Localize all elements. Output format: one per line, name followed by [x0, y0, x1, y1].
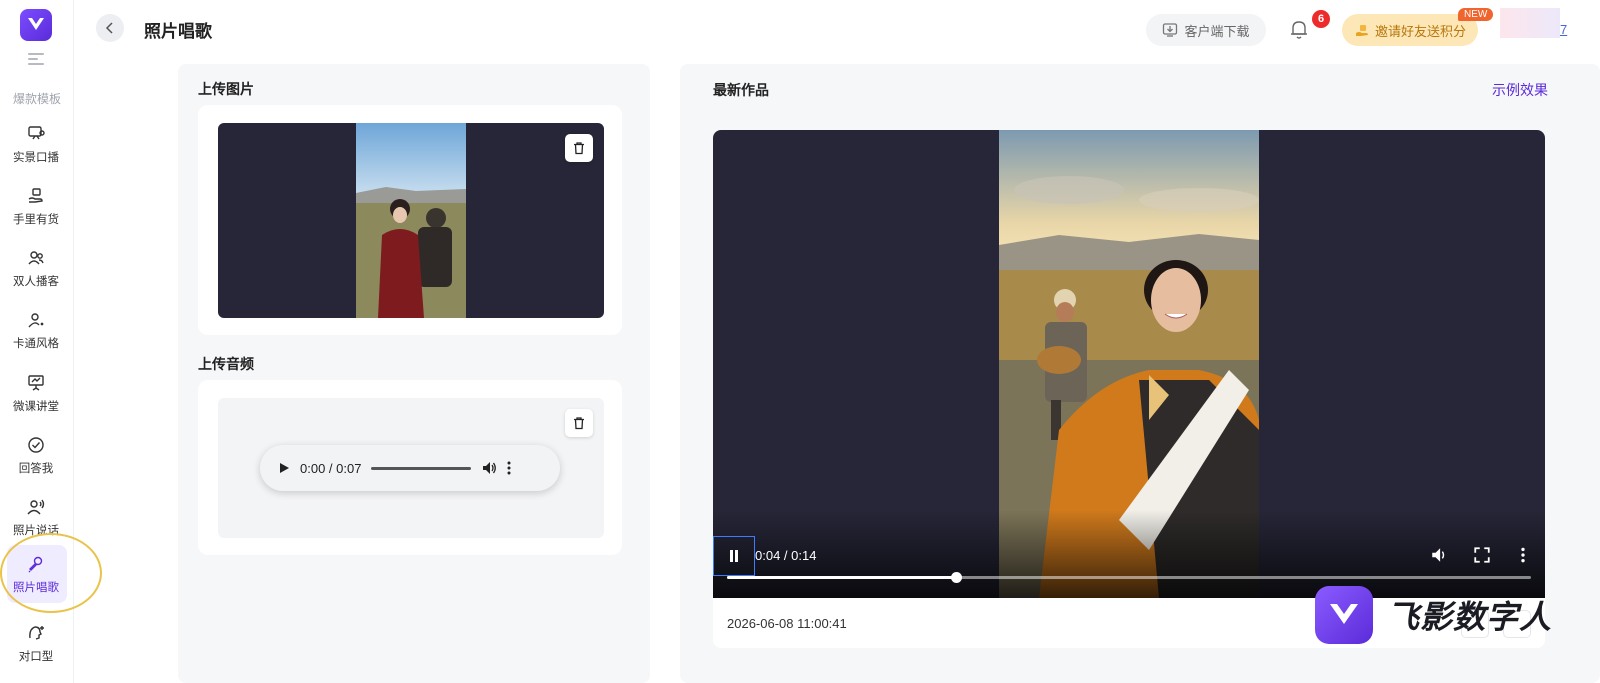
sidebar-item-label: 卡通风格	[13, 337, 59, 350]
back-button[interactable]	[96, 14, 124, 42]
audio-player[interactable]: 0:00 / 0:07	[260, 445, 560, 491]
hand-box-icon	[28, 187, 43, 203]
sidebar-item-microlesson[interactable]: 微课讲堂	[0, 367, 72, 419]
client-download-button[interactable]: 客户端下载	[1146, 14, 1266, 46]
trash-icon	[574, 417, 584, 430]
watermark-text: 飞影数字人	[1387, 599, 1553, 635]
sidebar-item-live-talk[interactable]: 实景口播	[0, 118, 72, 170]
watermark-logo	[1315, 586, 1373, 644]
audio-seek-bar[interactable]	[371, 466, 472, 470]
work-card: 0:04 / 0:14 2026-06-08 11:00:41	[713, 130, 1545, 648]
volume-icon[interactable]	[1430, 546, 1448, 564]
pause-icon	[730, 550, 738, 562]
sidebar-item-label: 实景口播	[13, 151, 59, 164]
download-label: 客户端下载	[1184, 23, 1250, 39]
video-progress-knob[interactable]	[951, 572, 963, 583]
sidebar-section-label: 爆款模板	[12, 92, 61, 106]
latest-works-title: 最新作品	[713, 82, 769, 98]
menu-toggle-icon[interactable]	[28, 53, 44, 67]
sidebar-item-label: 手里有货	[13, 213, 59, 226]
more-vertical-icon[interactable]	[1514, 546, 1532, 564]
delete-image-button[interactable]	[565, 134, 593, 162]
work-timestamp: 2026-06-08 11:00:41	[727, 616, 847, 631]
image-upload-card[interactable]	[198, 105, 622, 335]
video-time: 0:04 / 0:14	[755, 548, 817, 563]
watermark: 飞影数字人	[1315, 585, 1600, 645]
upload-audio-title: 上传音频	[198, 356, 254, 372]
audio-preview: 0:00 / 0:07	[218, 398, 604, 538]
sidebar-item-photo-sing[interactable]: 照片唱歌	[0, 545, 72, 603]
volume-icon[interactable]	[481, 460, 497, 476]
image-preview	[218, 123, 604, 318]
uploaded-photo	[356, 123, 466, 318]
play-icon[interactable]	[278, 462, 290, 474]
example-effect-link[interactable]: 示例效果	[1492, 80, 1548, 100]
delete-audio-button[interactable]	[565, 409, 593, 437]
video-progress-bar[interactable]	[727, 572, 1531, 583]
sidebar-item-label: 微课讲堂	[13, 400, 59, 413]
sidebar-item-photo-talk[interactable]: 照片说话	[0, 491, 72, 543]
gift-hand-icon	[1355, 25, 1368, 36]
trash-icon	[574, 142, 584, 155]
sidebar-item-podcast[interactable]: 双人播客	[0, 242, 72, 294]
head-sparkle-icon	[29, 625, 44, 640]
audio-time: 0:00 / 0:07	[300, 460, 362, 476]
two-users-icon	[28, 250, 44, 264]
sidebar-item-label: 双人播客	[13, 275, 59, 288]
sidebar-item-label: 对口型	[18, 650, 54, 663]
new-badge: NEW	[1458, 8, 1494, 21]
sidebar-item-label: 照片唱歌	[13, 581, 59, 594]
bell-icon[interactable]	[1288, 18, 1310, 40]
user-sparkle-icon	[28, 312, 44, 327]
sidebar-item-cartoon[interactable]: 卡通风格	[0, 304, 72, 356]
user-number[interactable]: 7	[1560, 22, 1567, 37]
upload-image-title: 上传图片	[198, 81, 254, 97]
more-vertical-icon[interactable]	[507, 461, 511, 475]
header: 照片唱歌 客户端下载 6 邀请好友送积分 NEW 7	[74, 0, 1600, 56]
fullscreen-icon[interactable]	[1473, 546, 1491, 564]
video-progress-fill	[727, 576, 957, 579]
upload-panel: 上传图片 上传音频 0:00 / 0:07	[178, 64, 650, 683]
presenter-icon	[28, 125, 45, 139]
notification-badge: 6	[1312, 10, 1330, 28]
sidebar: 爆款模板 实景口播 手里有货 双人播客 卡通风格 微课讲堂 回答我 照片说话 照…	[0, 0, 74, 683]
sidebar-item-answer-me[interactable]: 回答我	[0, 429, 72, 481]
sidebar-item-label: 回答我	[18, 462, 54, 475]
microphone-icon	[28, 556, 43, 572]
sidebar-item-lip-sync[interactable]: 对口型	[0, 617, 72, 669]
sidebar-item-label: 照片说话	[13, 524, 59, 537]
app-logo[interactable]	[20, 9, 52, 41]
check-circle-icon	[28, 436, 44, 453]
page-title: 照片唱歌	[144, 22, 212, 41]
avatar[interactable]	[1500, 8, 1560, 38]
pause-button[interactable]	[713, 536, 755, 576]
video-player[interactable]: 0:04 / 0:14	[713, 130, 1545, 598]
chevron-left-icon	[105, 22, 113, 34]
audio-upload-card[interactable]: 0:00 / 0:07	[198, 380, 622, 555]
invite-label: 邀请好友送积分	[1374, 23, 1466, 39]
download-icon	[1163, 23, 1178, 37]
presentation-board-icon	[28, 374, 44, 391]
user-voice-icon	[27, 499, 45, 514]
sidebar-item-product[interactable]: 手里有货	[0, 180, 72, 232]
